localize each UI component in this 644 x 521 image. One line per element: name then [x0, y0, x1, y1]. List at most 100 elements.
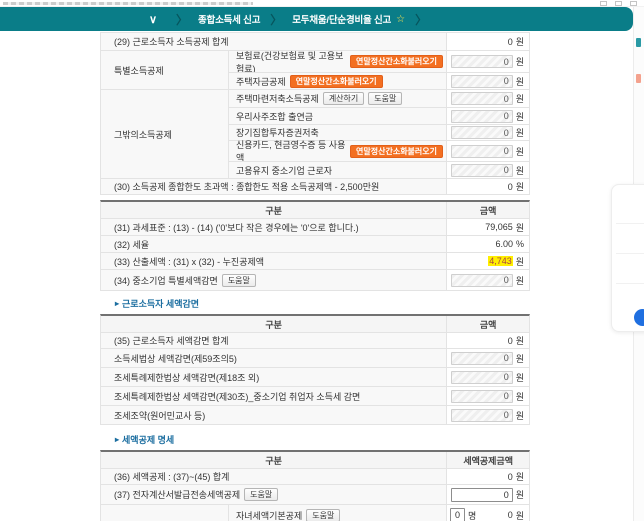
row-label-cell: 신용카드, 현금영수증 등 사용액 연말정산간소화불러오기	[229, 141, 447, 161]
row-label-cell: 자녀세액기본공제 도움말	[229, 505, 447, 521]
insurance-amount-input[interactable]	[451, 55, 513, 68]
longterm-fund-amount-input[interactable]	[451, 126, 513, 139]
chevron-down-icon[interactable]: ∨	[140, 7, 166, 31]
housing-savings-amount-input[interactable]	[451, 92, 513, 105]
unit-label: 원	[516, 371, 524, 384]
housing-fund-amount-input[interactable]	[451, 75, 513, 88]
value-cell: 원	[447, 387, 529, 405]
tax-treaty-label: 조세조약(원어민교사 등)	[114, 409, 205, 422]
row-label-cell: 고용유지 중소기업 근로자	[229, 162, 447, 178]
help-button[interactable]: 도움말	[368, 92, 402, 105]
browser-url-strip	[0, 0, 644, 7]
tab-allfilled-simple-expense[interactable]: 모두채움/단순경비율 신고	[292, 12, 391, 26]
table-row: 보험료(건강보험료 및 고용보험료) 연말정산간소화불러오기 원	[229, 51, 529, 72]
group-label-cell: 그밖의소득공제	[101, 90, 229, 178]
special-law-18-label: 조세특례제한법상 세액감면(제18조 외)	[114, 371, 259, 384]
special-law-18-amount-input[interactable]	[451, 371, 513, 384]
amount-value: 0	[508, 182, 513, 192]
tab-comprehensive-income-tax[interactable]: 종합소득세 신고	[198, 12, 260, 26]
quickmenu-teal-icon[interactable]	[636, 38, 641, 47]
table-row: (35) 근로소득자 세액감면 합계 0 원	[101, 332, 529, 348]
help-button[interactable]: 도움말	[306, 509, 340, 521]
unit-label: 원	[516, 409, 524, 422]
chat-help-button[interactable]	[634, 309, 644, 326]
header-category: 구분	[101, 452, 447, 468]
row33-label: (33) 산출세액 : (31) x (32) - 누진공제액	[114, 255, 264, 268]
row-label: (29) 근로소득자 소득공제 합계	[101, 33, 447, 50]
amount-value: 0	[508, 472, 513, 482]
value-cell: 원	[447, 73, 529, 89]
unit-label: 원	[516, 145, 524, 158]
row-label-cell: 주택자금공제 연말정산간소화불러오기	[229, 73, 447, 89]
table-row: (32) 세율 6.00 %	[101, 235, 529, 252]
quickmenu-orange-icon[interactable]	[636, 74, 641, 83]
row-label-cell: 우리사주조합 출연금	[229, 108, 447, 124]
table-row: 조세특례제한법상 세액감면(제18조 외) 원	[101, 367, 529, 386]
unit-label: 원	[516, 255, 524, 268]
top-navbar: ∨ 〉 종합소득세 신고 〉 모두채움/단순경비율 신고 ☆ 〉	[0, 7, 633, 31]
esop-label: 우리사주조합 출연금	[236, 110, 313, 123]
unit-label: 원	[516, 110, 524, 123]
value-cell: 원	[447, 406, 529, 424]
table-row: 우리사주조합 출연금 원	[229, 107, 529, 124]
row-label-cell: 보험료(건강보험료 및 고용보험료) 연말정산간소화불러오기	[229, 51, 447, 72]
other-deduction-group-row: 그밖의소득공제 주택마련저축소득공제 계산하기 도움말 원	[101, 89, 529, 178]
value-cell: 원	[447, 125, 529, 140]
row29-label: (29) 근로소득자 소득공제 합계	[114, 35, 229, 48]
unit-label: 원	[516, 488, 524, 501]
row-label: 조세조약(원어민교사 등)	[101, 406, 447, 424]
amount-value: 0	[508, 37, 513, 47]
group-label: 특별소득공제	[114, 51, 164, 89]
unit-label: 원	[516, 509, 524, 521]
unit-label: 원	[516, 221, 524, 234]
special-law-30-amount-input[interactable]	[451, 390, 513, 403]
section-title-credit: ▸ 세액공제 명세	[115, 433, 530, 446]
group-label-cell: 특별소득공제	[101, 51, 229, 89]
browser-icon[interactable]	[615, 1, 622, 6]
yearend-import-button[interactable]: 연말정산간소화불러오기	[350, 145, 443, 158]
header-category: 구분	[101, 316, 447, 332]
browser-icon[interactable]	[600, 1, 607, 6]
help-button[interactable]: 도움말	[244, 488, 278, 501]
unit-label: 원	[516, 55, 524, 68]
panel-divider	[616, 283, 644, 284]
calculate-button[interactable]: 계산하기	[323, 92, 364, 105]
sub-rows: 주택마련저축소득공제 계산하기 도움말 원 우리사주조합 출연금	[229, 90, 529, 178]
table-row: 주택마련저축소득공제 계산하기 도움말 원	[229, 90, 529, 107]
row34-label: (34) 중소기업 특별세액감면	[114, 274, 218, 287]
child-credit-group-row: (38) 자녀세액공제 자녀세액기본공제 도움말 명 0 원	[101, 504, 529, 521]
unit-label: 원	[516, 334, 524, 347]
table-row: (37) 전자계산서발급전송세액공제 도움말 원	[101, 484, 529, 504]
unit-label: 원	[516, 352, 524, 365]
esop-amount-input[interactable]	[451, 110, 513, 123]
credit-card-amount-input[interactable]	[451, 145, 513, 158]
tax-treaty-amount-input[interactable]	[451, 409, 513, 422]
einvoice-credit-amount-input[interactable]	[451, 488, 513, 502]
breadcrumb-separator-icon: 〉	[176, 11, 188, 28]
header-amount: 금액	[447, 202, 529, 218]
table-row: (34) 중소기업 특별세액감면 도움말 원	[101, 269, 529, 290]
browser-icon[interactable]	[630, 1, 637, 6]
row-label: (31) 과세표준 : (13) - (14) ('0'보다 작은 경우에는 '…	[101, 219, 447, 235]
income-tax-law-amount-input[interactable]	[451, 352, 513, 365]
header-amount: 금액	[447, 316, 529, 332]
row-label: (34) 중소기업 특별세액감면 도움말	[101, 270, 447, 290]
yearend-import-button[interactable]: 연말정산간소화불러오기	[350, 55, 443, 68]
income-deduction-table: (29) 근로소득자 소득공제 합계 0 원 특별소득공제 보험료(건강보험료 …	[100, 32, 530, 195]
unit-label: 원	[516, 470, 524, 483]
table-row: 주택자금공제 연말정산간소화불러오기 원	[229, 72, 529, 89]
row-label: (30) 소득공제 종합한도 초과액 : 종합한도 적용 소득공제액 - 2,5…	[101, 179, 447, 194]
breadcrumb-separator-icon: 〉	[270, 11, 282, 28]
table-row: 조세특례제한법상 세액감면(제30조)_중소기업 취업자 소득세 감면 원	[101, 386, 529, 405]
help-button[interactable]: 도움말	[222, 274, 256, 287]
unit-label: %	[516, 239, 524, 249]
child-count-input[interactable]	[450, 508, 465, 521]
star-icon[interactable]: ☆	[396, 14, 405, 25]
table-row: 조세조약(원어민교사 등) 원	[101, 405, 529, 424]
special-deduction-group-row: 특별소득공제 보험료(건강보험료 및 고용보험료) 연말정산간소화불러오기 원	[101, 50, 529, 89]
table-row: (36) 세액공제 : (37)~(45) 합계 0 원	[101, 468, 529, 484]
smb-reduction-amount-input[interactable]	[451, 274, 513, 287]
row35-label: (35) 근로소득자 세액감면 합계	[114, 334, 229, 347]
employment-smb-amount-input[interactable]	[451, 164, 513, 177]
yearend-import-button[interactable]: 연말정산간소화불러오기	[290, 75, 383, 88]
